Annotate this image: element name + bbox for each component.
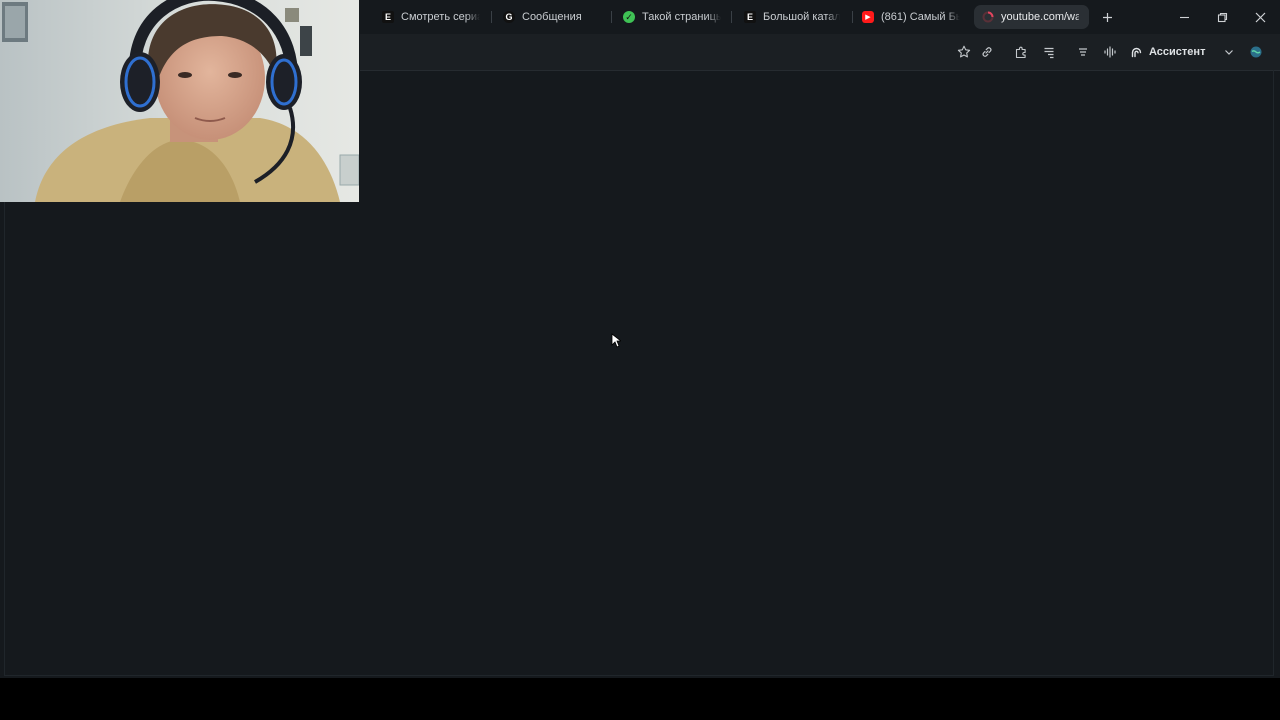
extensions-button[interactable]	[1011, 42, 1031, 62]
voice-button[interactable]	[1100, 42, 1120, 62]
tab-soobshcheniya[interactable]: G Сообщения	[503, 6, 603, 28]
tab-label: Сообщения	[522, 11, 582, 23]
bookmark-star-button[interactable]	[954, 42, 974, 62]
minimize-button[interactable]	[1173, 6, 1195, 28]
tab-youtube-861[interactable]: ▶ (861) Самый Быс	[862, 6, 960, 28]
tab-youtube-active[interactable]: youtube.com/wat	[974, 5, 1089, 29]
minimize-icon	[1179, 16, 1189, 18]
webcam-person-image	[0, 0, 359, 202]
reader-button[interactable]	[1039, 42, 1059, 62]
reader-icon	[1044, 47, 1054, 59]
tab-bolshoy-katalog[interactable]: E Большой каталог	[744, 6, 840, 28]
new-tab-button[interactable]	[1096, 6, 1118, 28]
close-icon	[1255, 12, 1265, 22]
browser-window: E Смотреть сериал G Сообщения ✓ Такой ст…	[0, 0, 1280, 678]
green-check-icon: ✓	[623, 11, 635, 23]
letterbox-bar	[0, 678, 1280, 720]
puzzle-icon	[1015, 46, 1026, 59]
webcam-overlay	[0, 0, 359, 202]
link-icon	[982, 47, 992, 57]
browser-toolbar: Ассистент	[360, 34, 1280, 71]
assistant-button[interactable]: Ассистент	[1130, 42, 1205, 62]
chevron-down-icon	[1225, 50, 1233, 55]
lines-icon	[1079, 48, 1087, 56]
star-icon	[957, 45, 971, 58]
assistant-label: Ассистент	[1149, 46, 1206, 58]
sound-wave-icon	[1104, 46, 1116, 58]
tab-smotret-serial[interactable]: E Смотреть сериал	[382, 6, 480, 28]
restore-button[interactable]	[1211, 6, 1233, 28]
tab-takoy-stranitsy[interactable]: ✓ Такой страницы	[623, 6, 721, 28]
mouse-cursor	[611, 333, 623, 353]
restore-icon	[1217, 12, 1227, 22]
loading-icon	[982, 11, 994, 23]
menu-lines-button[interactable]	[1073, 42, 1093, 62]
g-icon: G	[503, 11, 515, 23]
e-letter-icon: E	[744, 11, 756, 23]
globe-avatar-icon	[1250, 46, 1262, 58]
close-window-button[interactable]	[1249, 6, 1271, 28]
tab-label: youtube.com/wat	[1001, 11, 1079, 23]
profile-button[interactable]	[1246, 42, 1266, 62]
youtube-icon: ▶	[862, 11, 874, 23]
dropdown-button[interactable]	[1219, 42, 1239, 62]
assistant-icon	[1131, 47, 1142, 57]
e-letter-icon: E	[382, 11, 394, 23]
plus-icon	[1102, 12, 1112, 22]
tab-bar: E Смотреть сериал G Сообщения ✓ Такой ст…	[360, 0, 1280, 34]
copy-link-button[interactable]	[977, 42, 997, 62]
